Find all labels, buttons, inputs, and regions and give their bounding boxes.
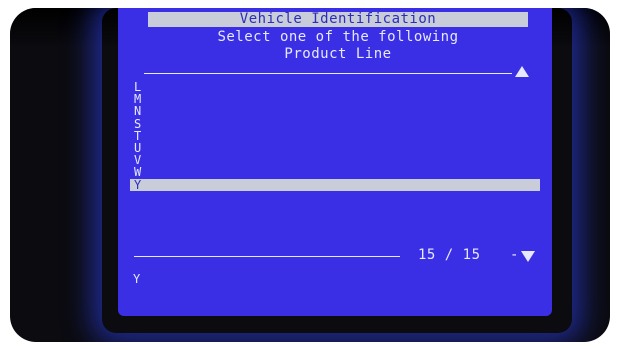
list-item[interactable]: L bbox=[118, 81, 552, 93]
top-divider bbox=[144, 73, 512, 74]
list-item[interactable]: W bbox=[118, 166, 552, 178]
scroll-down-icon[interactable] bbox=[521, 251, 535, 262]
screen-title: Vehicle Identification bbox=[148, 12, 528, 27]
selected-value: Y bbox=[133, 272, 141, 286]
device-bezel: Vehicle Identification Select one of the… bbox=[10, 8, 610, 342]
list-item[interactable]: N bbox=[118, 105, 552, 117]
list-item[interactable]: S bbox=[118, 118, 552, 130]
list-item-selected[interactable]: Y bbox=[130, 178, 540, 191]
prompt-line-2: Product Line bbox=[284, 46, 392, 62]
list-item[interactable]: T bbox=[118, 130, 552, 142]
lcd-screen: Vehicle Identification Select one of the… bbox=[118, 8, 552, 316]
list-item[interactable]: V bbox=[118, 154, 552, 166]
list-item[interactable]: M bbox=[118, 93, 552, 105]
page-dash: - bbox=[510, 247, 519, 263]
list-item[interactable]: U bbox=[118, 142, 552, 154]
page-indicator: 15 / 15 bbox=[418, 247, 481, 263]
product-line-list: L M N S T U V W Y bbox=[118, 81, 552, 191]
scroll-up-icon[interactable] bbox=[515, 66, 529, 77]
prompt-line-1: Select one of the following bbox=[217, 29, 459, 45]
bottom-divider bbox=[134, 256, 400, 257]
